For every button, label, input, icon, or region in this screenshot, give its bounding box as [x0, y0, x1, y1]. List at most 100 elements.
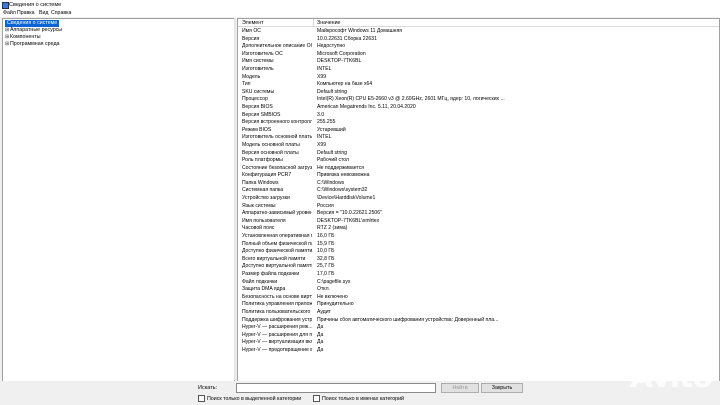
category-tree[interactable]: Сведения о системе ⊞Аппаратные ресурсы ⊞… [2, 18, 235, 382]
column-header-value[interactable]: Значение [317, 20, 341, 26]
table-row[interactable]: Безопасность на основе вирту... Не включе… [238, 294, 719, 302]
row-item-cell: Установленная оперативная п... [242, 233, 312, 240]
search-label: Искать: [198, 385, 218, 391]
table-row[interactable]: Тип Компьютер на базе x64 [238, 81, 719, 89]
row-item-cell: Политика управления прилож... [242, 301, 312, 308]
system-info-icon [2, 2, 9, 9]
table-row[interactable]: Всего виртуальной памяти 32,8 ГБ [238, 256, 719, 264]
row-item-cell: Изготовитель ОС [242, 50, 283, 57]
row-item-cell: Hyper-V — расширения реж... [242, 324, 312, 331]
row-value-cell: 17,0 ГБ [317, 271, 335, 277]
menu-help[interactable]: Справка [51, 10, 71, 16]
column-header-item[interactable]: Элемент [242, 20, 264, 26]
row-item-cell: Дополнительное описание ОС [242, 43, 312, 50]
table-row[interactable]: Изготовитель ОС Microsoft Corporation [238, 51, 719, 59]
menu-view[interactable]: Вид [39, 10, 48, 16]
table-row[interactable]: Имя ОС Майкрософт Windows 11 Домашняя [238, 28, 719, 36]
table-row[interactable]: Доступно физической памяти 10,0 ГБ [238, 248, 719, 256]
window-title: Сведения о системе [9, 1, 62, 8]
row-item-cell: SKU системы [242, 88, 275, 95]
row-value-cell: American Megatrends Inc. 5.11, 20.04.202… [317, 103, 416, 110]
table-row[interactable]: Язык системы Россия [238, 203, 719, 211]
row-value-cell: Версия = "10.0.22621.2506" [317, 210, 382, 217]
table-row[interactable]: Модель X99 [238, 74, 719, 82]
row-item-cell: Доступно виртуальной памяти [242, 263, 312, 270]
table-row[interactable]: Доступно виртуальной памяти 25,7 ГБ [238, 263, 719, 271]
table-row[interactable]: Защита DMA ядра Откл. [238, 286, 719, 294]
row-item-cell: Размер файла подкачки [242, 271, 300, 277]
find-button[interactable]: Найти [441, 383, 479, 393]
table-row[interactable]: Устройство загрузки \Device\HarddiskVolum… [238, 195, 719, 203]
table-row[interactable]: Версия встроенного контролл... 255.255 [238, 119, 719, 127]
search-input[interactable] [236, 383, 436, 393]
table-row[interactable]: Версия BIOS American Megatrends Inc. 5.11… [238, 104, 719, 112]
checkbox-icon[interactable] [198, 395, 205, 402]
table-row[interactable]: Поддержка шифрования устр... Причины сбоя… [238, 317, 719, 325]
row-item-cell: Hyper-V — расширения для п... [242, 331, 312, 338]
row-item-cell: Безопасность на основе вирту... [242, 293, 312, 300]
row-value-cell: Россия [317, 202, 334, 209]
row-value-cell: Intel(R) Xeon(R) CPU E5-2660 v3 @ 2.60GH… [317, 96, 505, 103]
row-value-cell: Default string [317, 149, 348, 156]
checkbox-category-names[interactable]: Поиск только в именах категорий [313, 395, 404, 402]
table-row[interactable]: Имя пользователя DESKTOP-7TK6BL\xmlrtex [238, 218, 719, 226]
checkbox-selected-category[interactable]: Поиск только в выделенной категории [198, 395, 301, 402]
table-row[interactable]: Роль платформы Рабочий стол [238, 157, 719, 165]
table-row[interactable]: Версия SMBIOS 3.0 [238, 112, 719, 120]
table-row[interactable]: Версия основной платы Default string [238, 150, 719, 158]
search-panel: Искать: Найти Закрыть Поиск только в выд… [0, 381, 720, 405]
table-row[interactable]: Hyper-V — виртуализация вкл... Да [238, 339, 719, 347]
table-row[interactable]: Политика пользовательского ... Аудит [238, 309, 719, 317]
table-row[interactable]: Размер файла подкачки 17,0 ГБ [238, 271, 719, 279]
row-item-cell: Имя пользователя [242, 217, 286, 224]
table-row[interactable]: Изготовитель основной платы INTEL [238, 134, 719, 142]
row-item-cell: Язык системы [242, 202, 276, 209]
row-item-cell: Версия основной платы [242, 149, 299, 156]
table-row[interactable]: Состояние безопасной загруз... Не поддерж… [238, 165, 719, 173]
table-row[interactable]: Часовой пояс RTZ 2 (зима) [238, 225, 719, 233]
table-row[interactable]: Системная папка C:\Windows\system32 [238, 187, 719, 195]
tree-item-components[interactable]: ⊞Компоненты [5, 34, 41, 41]
tree-item-software-environment[interactable]: ⊞Программная среда [5, 41, 59, 48]
table-row[interactable]: Изготовитель INTEL [238, 66, 719, 74]
table-row[interactable]: Политика управления прилож... Принудитель… [238, 301, 719, 309]
table-row[interactable]: Hyper-V — предотвращение в... Да [238, 347, 719, 355]
tree-item-system-summary[interactable]: Сведения о системе [5, 20, 60, 27]
row-value-cell: Компьютер на базе x64 [317, 81, 373, 88]
table-row[interactable]: Модель основной платы X99 [238, 142, 719, 150]
table-row[interactable]: Имя системы DESKTOP-7TK6BL [238, 58, 719, 66]
tree-item-hardware-resources[interactable]: ⊞Аппаратные ресурсы [5, 27, 62, 34]
table-row[interactable]: Режим BIOS Устаревший [238, 127, 719, 135]
row-value-cell: C:\Windows\system32 [317, 187, 368, 194]
table-row[interactable]: Конфигурация PCR7 Привязка невозможна [238, 172, 719, 180]
menu-edit[interactable]: Правка [17, 10, 35, 16]
table-row[interactable]: Hyper-V — расширения для п... Да [238, 332, 719, 340]
close-search-button[interactable]: Закрыть [481, 383, 523, 393]
table-row[interactable]: Аппаратно-зависимый уровен... Версия = "1… [238, 210, 719, 218]
row-value-cell: INTEL [317, 65, 332, 72]
table-row[interactable]: Установленная оперативная п... 16,0 ГБ [238, 233, 719, 241]
row-item-cell: Версия [242, 35, 260, 42]
row-value-cell: Да [317, 339, 324, 346]
table-row[interactable]: Папка Windows C:\Windows [238, 180, 719, 188]
table-row[interactable]: Файл подкачки C:\pagefile.sys [238, 279, 719, 287]
table-row[interactable]: Hyper-V — расширения реж... Да [238, 324, 719, 332]
row-value-cell: X99 [317, 73, 327, 80]
column-divider[interactable] [313, 19, 314, 26]
pane-splitter[interactable] [234, 18, 236, 380]
row-item-cell: Модель основной платы [242, 141, 300, 148]
table-row[interactable]: SKU системы Default string [238, 89, 719, 97]
row-item-cell: Модель [242, 73, 261, 80]
row-item-cell: Поддержка шифрования устр... [242, 316, 312, 323]
table-row[interactable]: Процессор Intel(R) Xeon(R) CPU E5-2660 v3… [238, 96, 719, 104]
row-value-cell: DESKTOP-7TK6BL [317, 58, 362, 65]
menu-bar: Файл Правка Вид Справка [0, 9, 720, 17]
table-row[interactable]: Дополнительное описание ОС Недоступно [238, 43, 719, 51]
tree-item-label: Сведения о системе [7, 20, 58, 26]
table-row[interactable]: Версия 10.0.22631 Сборка 22631 [238, 36, 719, 44]
table-row[interactable]: Полный объем физической па... 15,9 ГБ [238, 241, 719, 249]
menu-file[interactable]: Файл [3, 10, 16, 16]
row-value-cell: Майкрософт Windows 11 Домашняя [317, 28, 403, 34]
details-table: Элемент Значение Имя ОС Майкрософт Window… [237, 18, 720, 382]
checkbox-icon[interactable] [313, 395, 320, 402]
